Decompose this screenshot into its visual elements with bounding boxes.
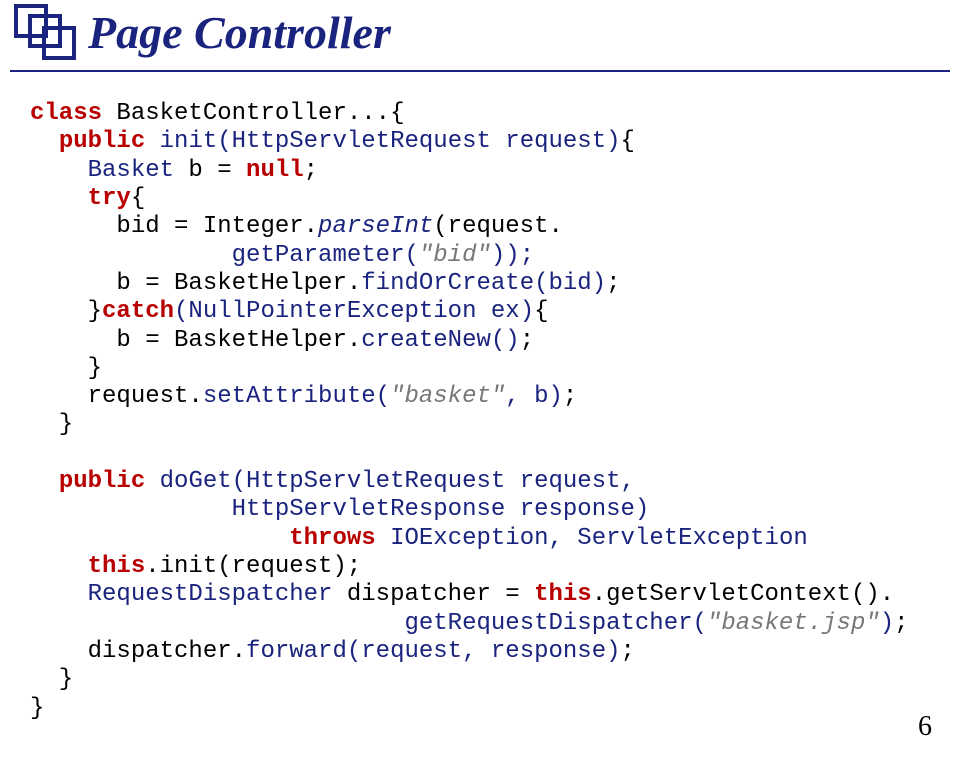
slide: Page Controller class BasketController..… <box>0 0 960 759</box>
code-text: { <box>131 185 145 212</box>
exception-types: IOException, ServletException <box>390 525 808 552</box>
code-text: )); <box>491 242 534 269</box>
method-call: parseInt <box>318 213 433 240</box>
kw-public: public <box>59 128 145 155</box>
method-call: createNew() <box>361 327 519 354</box>
code-text: b = <box>174 157 246 184</box>
code-text: dispatcher = <box>332 581 534 608</box>
kw-null: null <box>246 157 304 184</box>
page-number: 6 <box>918 711 932 743</box>
code-text: ; <box>520 327 534 354</box>
kw-this: this <box>88 553 146 580</box>
method-sig: doGet(HttpServletRequest request, <box>160 468 635 495</box>
method-sig: init(HttpServletRequest request) <box>160 128 621 155</box>
type-name: Basket <box>88 157 174 184</box>
code-text: } <box>30 298 102 325</box>
method-call: findOrCreate(bid) <box>361 270 606 297</box>
kw-class: class <box>30 100 102 127</box>
code-text: } <box>30 695 44 722</box>
code-text: b = BasketHelper. <box>30 270 361 297</box>
type-name: RequestDispatcher <box>88 581 333 608</box>
code-text <box>30 553 88 580</box>
code-text: { <box>621 128 635 155</box>
code-text: ; <box>894 610 908 637</box>
code-text <box>30 242 232 269</box>
code-text <box>30 525 289 552</box>
code-text: BasketController...{ <box>102 100 404 127</box>
code-text <box>30 496 232 523</box>
method-call: setAttribute( <box>203 383 390 410</box>
code-text <box>30 185 88 212</box>
code-text <box>30 157 88 184</box>
kw-try: try <box>88 185 131 212</box>
kw-catch: catch <box>102 298 174 325</box>
method-call: forward(request, response) <box>246 638 620 665</box>
code-block: class BasketController...{ public init(H… <box>30 100 930 723</box>
code-text: ; <box>563 383 577 410</box>
logo-icon <box>10 2 80 62</box>
code-text: } <box>30 666 73 693</box>
string-literal: "bid" <box>419 242 491 269</box>
code-text <box>145 468 159 495</box>
code-text <box>145 128 159 155</box>
code-text: .init(request); <box>145 553 361 580</box>
title-underline <box>10 70 950 72</box>
code-text: bid = Integer. <box>30 213 318 240</box>
code-text <box>30 610 404 637</box>
code-text: ; <box>606 270 620 297</box>
code-text: { <box>534 298 548 325</box>
code-text: } <box>30 355 102 382</box>
code-text <box>376 525 390 552</box>
title-row: Page Controller <box>10 2 950 62</box>
code-text: dispatcher. <box>30 638 246 665</box>
code-text: (request. <box>433 213 563 240</box>
string-literal: "basket" <box>390 383 505 410</box>
code-text <box>30 468 59 495</box>
code-text <box>30 128 59 155</box>
string-literal: "basket.jsp" <box>707 610 880 637</box>
kw-throws: throws <box>289 525 375 552</box>
code-text: ; <box>304 157 318 184</box>
code-text <box>30 581 88 608</box>
code-text: request. <box>30 383 203 410</box>
code-text: b = BasketHelper. <box>30 327 361 354</box>
method-call: ) <box>880 610 894 637</box>
code-text: .getServletContext(). <box>592 581 894 608</box>
kw-public: public <box>59 468 145 495</box>
method-call: , b) <box>505 383 563 410</box>
kw-this: this <box>534 581 592 608</box>
code-text: ; <box>621 638 635 665</box>
method-call: getParameter( <box>232 242 419 269</box>
method-sig: HttpServletResponse response) <box>232 496 650 523</box>
catch-args: (NullPointerException ex) <box>174 298 534 325</box>
slide-title: Page Controller <box>88 6 391 59</box>
code-text: } <box>30 411 73 438</box>
method-call: getRequestDispatcher( <box>404 610 706 637</box>
